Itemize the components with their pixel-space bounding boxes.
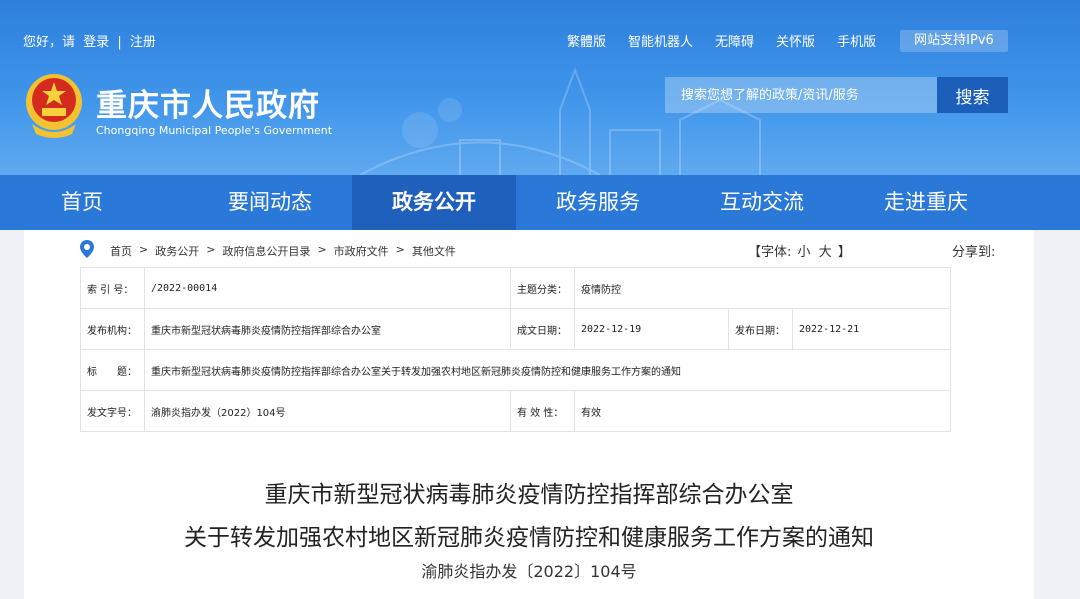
table-row: 索 引 号： /2022-00014 主题分类： 疫情防控 [80,267,951,309]
nav-item-gov-affairs[interactable]: 政务公开 [352,175,516,230]
site-title[interactable]: 重庆市人民政府 [96,80,320,125]
table-row: 发布机构： 重庆市新型冠状病毒肺炎疫情防控指挥部综合办公室 成文日期： 2022… [80,308,951,350]
title-label: 标 题： [80,349,145,391]
validity-value: 有效 [574,390,951,432]
table-row: 发文字号： 渝肺炎指办发（2022）104号 有 效 性： 有效 [80,390,951,432]
traditional-chinese-link[interactable]: 繁體版 [567,31,606,50]
elderly-mode-link[interactable]: 关怀版 [776,31,815,50]
site-header: 您好，请 登录 | 注册 繁體版 智能机器人 无障碍 关怀版 手机版 网站支持I… [0,0,1080,175]
issuer-label: 发布机构： [80,308,145,350]
breadcrumb-home[interactable]: 首页 [110,243,132,259]
ipv6-badge: 网站支持IPv6 [900,30,1008,52]
share-label[interactable]: 分享到: [952,241,995,260]
font-size-label: 【字体: [748,245,792,260]
published-date-value: 2022-12-21 [792,308,951,350]
published-date-label: 发布日期： [728,308,793,350]
user-greeting: 您好，请 登录 | 注册 [23,31,160,50]
title-value: 重庆市新型冠状病毒肺炎疫情防控指挥部综合办公室关于转发加强农村地区新冠肺炎疫情防… [144,349,951,391]
nav-item-services[interactable]: 政务服务 [516,175,680,230]
location-pin-icon [80,240,94,258]
created-date-value: 2022-12-19 [574,308,729,350]
robot-link[interactable]: 智能机器人 [628,31,693,50]
font-size-close: 】 [837,245,851,260]
document-meta-table: 索 引 号： /2022-00014 主题分类： 疫情防控 发布机构： 重庆市新… [80,267,951,432]
index-label: 索 引 号： [80,267,145,309]
breadcrumb-info-catalog[interactable]: 政府信息公开目录 [222,243,310,259]
font-small-button[interactable]: 小 [798,245,811,260]
search-box: 搜索 [665,77,1008,113]
issuer-value: 重庆市新型冠状病毒肺炎疫情防控指挥部综合办公室 [144,308,511,350]
topic-label: 主题分类： [510,267,575,309]
font-large-button[interactable]: 大 [819,245,832,260]
breadcrumb-gov-affairs[interactable]: 政务公开 [155,243,199,259]
main-content: 首页 > 政务公开 > 政府信息公开目录 > 市政府文件 > 其他文件 【字体:… [24,230,1034,599]
font-size-control: 【字体: 小 大 】 [748,241,851,260]
breadcrumb-separator: > [206,243,216,256]
greeting-text: 您好，请 [23,35,76,50]
doc-number-value: 渝肺炎指办发（2022）104号 [144,390,511,432]
login-link[interactable]: 登录 [83,35,109,50]
register-link[interactable]: 注册 [130,35,156,50]
breadcrumb-list: 首页 > 政务公开 > 政府信息公开目录 > 市政府文件 > 其他文件 [110,243,456,259]
top-bar: 您好，请 登录 | 注册 繁體版 智能机器人 无障碍 关怀版 手机版 网站支持I… [0,0,1080,52]
breadcrumb: 首页 > 政务公开 > 政府信息公开目录 > 市政府文件 > 其他文件 【字体:… [80,239,995,261]
breadcrumb-separator: > [395,243,405,256]
document-title-line2: 关于转发加强农村地区新冠肺炎疫情防控和健康服务工作方案的通知 [184,525,874,551]
main-nav: 首页 要闻动态 政务公开 政务服务 互动交流 走进重庆 [0,175,1080,230]
nav-item-interaction[interactable]: 互动交流 [680,175,844,230]
breadcrumb-separator: > [317,243,327,256]
breadcrumb-city-docs[interactable]: 市政府文件 [334,243,389,259]
nav-item-home[interactable]: 首页 [0,175,188,230]
breadcrumb-separator: > [139,243,149,256]
nav-item-news[interactable]: 要闻动态 [188,175,352,230]
breadcrumb-other-docs[interactable]: 其他文件 [412,243,456,259]
divider: | [117,35,122,50]
table-row: 标 题： 重庆市新型冠状病毒肺炎疫情防控指挥部综合办公室关于转发加强农村地区新冠… [80,349,951,391]
national-emblem-icon [26,74,82,138]
nav-item-about-chongqing[interactable]: 走进重庆 [844,175,1008,230]
site-subtitle: Chongqing Municipal People's Government [96,124,333,137]
doc-number-label: 发文字号： [80,390,145,432]
top-links: 繁體版 智能机器人 无障碍 关怀版 手机版 [556,31,887,50]
search-button[interactable]: 搜索 [937,77,1008,113]
validity-label: 有 效 性： [510,390,575,432]
document-title-line1: 重庆市新型冠状病毒肺炎疫情防控指挥部综合办公室 [264,482,794,508]
search-input[interactable] [665,77,937,113]
index-value: /2022-00014 [144,267,511,309]
document-number: 渝肺炎指办发〔2022〕104号 [421,562,637,581]
accessibility-link[interactable]: 无障碍 [715,31,754,50]
mobile-link[interactable]: 手机版 [837,31,876,50]
created-date-label: 成文日期： [510,308,575,350]
topic-value: 疫情防控 [574,267,951,309]
